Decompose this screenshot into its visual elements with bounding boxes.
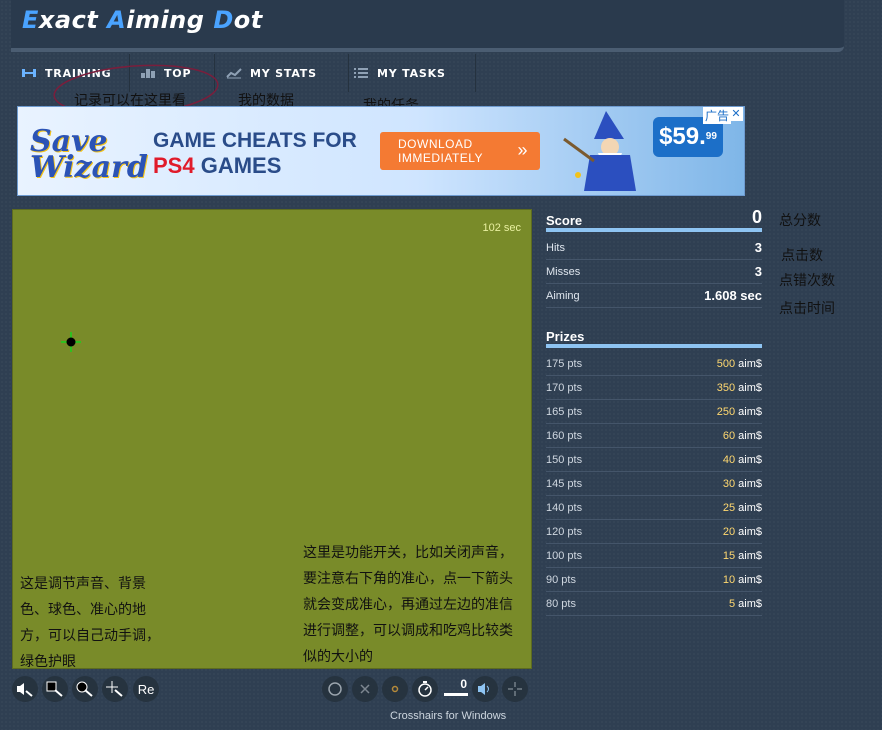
prize-points: 90 pts [546, 573, 576, 586]
crosshair-settings-icon[interactable] [102, 676, 128, 702]
nav-my-stats[interactable]: MY STATS [216, 54, 349, 92]
stat-row-hits: Hits 3 [546, 236, 762, 260]
prize-amount: 25 aim$ [722, 501, 762, 514]
sound-toggle-icon[interactable] [472, 676, 498, 702]
score-header: Score 0 [546, 206, 762, 232]
annotation-aiming: 点击时间 [779, 301, 835, 317]
prize-points: 165 pts [546, 405, 583, 418]
ad-label: 广告 [703, 107, 732, 124]
prize-row: 90 pts 10 aim$ [546, 568, 762, 592]
prize-amount: 30 aim$ [722, 477, 762, 490]
prize-row: 150 pts 40 aim$ [546, 448, 762, 472]
circle-toggle-icon[interactable] [322, 676, 348, 702]
prize-row: 170 pts 350 aim$ [546, 376, 762, 400]
prizes-title: Prizes [546, 329, 585, 344]
prize-amount: 60 aim$ [722, 429, 762, 442]
annotation-toggles: 这里是功能开关，比如关闭声音，要注意右下角的准心，点一下箭头就会变成准心，再通过… [303, 545, 513, 665]
prize-amount: 250 aim$ [716, 405, 762, 418]
timer-display: 102 sec [482, 222, 521, 234]
prize-row: 80 pts 5 aim$ [546, 592, 762, 616]
stopwatch-icon[interactable] [412, 676, 438, 702]
prize-amount: 350 aim$ [716, 381, 762, 394]
stat-row-aiming: Aiming 1.608 sec [546, 284, 762, 308]
prize-points: 120 pts [546, 525, 583, 538]
target-dot[interactable] [61, 332, 81, 352]
prize-points: 160 pts [546, 429, 583, 442]
prize-row: 140 pts 25 aim$ [546, 496, 762, 520]
counter-display: 0 [442, 676, 470, 698]
nav-my-tasks[interactable]: MY TASKS [343, 54, 476, 92]
prize-row: 145 pts 30 aim$ [546, 472, 762, 496]
score-label: Score [546, 213, 583, 228]
prize-points: 145 pts [546, 477, 583, 490]
annotation-settings: 这是调节声音、背景色、球色、准心的地方，可以自己动手调，绿色护眼 [20, 576, 160, 670]
ad-banner[interactable]: Save Wizard GAME CHEATS FOR PS4 GAMES DO… [17, 106, 745, 196]
prize-points: 170 pts [546, 381, 583, 394]
sound-settings-icon[interactable] [12, 676, 38, 702]
prize-row: 175 pts 500 aim$ [546, 352, 762, 376]
prize-row: 120 pts 20 aim$ [546, 520, 762, 544]
prize-row: 160 pts 60 aim$ [546, 424, 762, 448]
crosshairs-for-windows-link[interactable]: Crosshairs for Windows [390, 710, 506, 722]
prize-amount: 10 aim$ [722, 573, 762, 586]
reset-button[interactable]: Re [133, 676, 159, 702]
annotation-misses: 点错次数 [779, 273, 835, 289]
prize-list: 175 pts 500 aim$ 170 pts 350 aim$ 165 pts 250… [546, 352, 762, 616]
dot-toggle-icon[interactable] [382, 676, 408, 702]
close-icon[interactable]: ✕ [729, 107, 743, 121]
nav-my-tasks-label: MY TASKS [377, 66, 446, 80]
stat-row-misses: Misses 3 [546, 260, 762, 284]
prize-points: 100 pts [546, 549, 583, 562]
ad-download-button[interactable]: DOWNLOAD IMMEDIATELY » [380, 132, 540, 170]
score-value: 0 [751, 207, 762, 227]
ball-color-settings-icon[interactable] [72, 676, 98, 702]
prize-points: 140 pts [546, 501, 583, 514]
nav-my-stats-label: MY STATS [250, 66, 317, 80]
prize-points: 175 pts [546, 357, 583, 370]
prize-points: 150 pts [546, 453, 583, 466]
close-toggle-icon[interactable] [352, 676, 378, 702]
prize-amount: 20 aim$ [722, 525, 762, 538]
prize-row: 100 pts 15 aim$ [546, 544, 762, 568]
prizes-header: Prizes [546, 322, 762, 348]
chart-icon [226, 68, 242, 79]
ad-headline-1: GAME CHEATS FOR [153, 129, 357, 152]
ad-brand: Save Wizard [30, 124, 148, 185]
site-logo[interactable]: Exact Aiming Dot [22, 6, 263, 34]
bg-color-settings-icon[interactable] [42, 676, 68, 702]
ad-headline-2: PS4 GAMES [153, 153, 282, 178]
crosshair-toggle-icon[interactable] [502, 676, 528, 702]
annotation-score: 总分数 [779, 213, 821, 229]
chevron-right-icon: » [517, 140, 528, 160]
prize-row: 165 pts 250 aim$ [546, 400, 762, 424]
prize-amount: 15 aim$ [722, 549, 762, 562]
game-canvas[interactable]: 102 sec 这是调节声音、背景色、球色、准心的地方，可以自己动手调，绿色护眼… [12, 209, 532, 670]
prize-points: 80 pts [546, 597, 576, 610]
prize-amount: 40 aim$ [722, 453, 762, 466]
stats-panel: Score 0 Hits 3 Misses 3 Aiming 1.608 sec Pr… [546, 206, 762, 616]
list-icon [354, 68, 368, 78]
annotation-hits: 点击数 [781, 248, 823, 264]
prize-amount: 500 aim$ [716, 357, 762, 370]
prize-amount: 5 aim$ [728, 597, 762, 610]
dumbbell-icon [22, 69, 36, 77]
wizard-image [563, 111, 636, 191]
